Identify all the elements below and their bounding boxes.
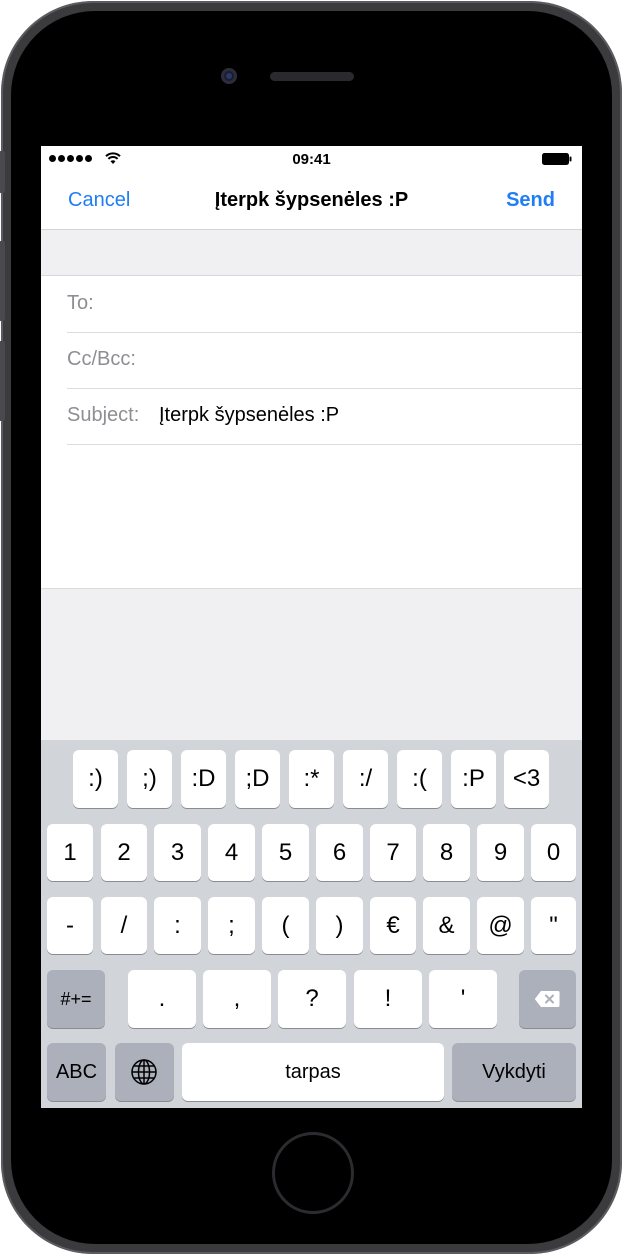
status-time: 09:41 xyxy=(292,151,331,168)
key-symbol[interactable]: : xyxy=(154,897,201,954)
send-button[interactable]: Send xyxy=(506,189,555,212)
page-title: Įterpk šypsenėles :P xyxy=(214,189,409,211)
key-number[interactable]: 4 xyxy=(208,824,255,881)
key-number[interactable]: 8 xyxy=(423,824,470,881)
compose-form: To: Cc/Bcc: Subject: Įterpk šypsenėles :… xyxy=(41,275,582,589)
key-number[interactable]: 9 xyxy=(477,824,524,881)
more-symbols-key[interactable]: #+= xyxy=(47,970,105,1028)
home-button[interactable] xyxy=(272,1132,354,1214)
key-emoji[interactable]: ;D xyxy=(235,750,280,808)
key-punctuation[interactable]: ? xyxy=(278,970,346,1028)
key-symbol[interactable]: @ xyxy=(477,897,524,954)
return-key[interactable]: Vykdyti xyxy=(452,1043,576,1101)
key-emoji[interactable]: ;) xyxy=(127,750,172,808)
navigation-bar: Cancel Įterpk šypsenėles :P Send xyxy=(41,173,582,230)
key-symbol[interactable]: " xyxy=(531,897,576,954)
cc-bcc-label: Cc/Bcc: xyxy=(67,348,136,370)
key-number[interactable]: 7 xyxy=(370,824,416,881)
key-emoji[interactable]: <3 xyxy=(504,750,549,808)
subject-label: Subject: xyxy=(67,404,140,426)
key-number[interactable]: 2 xyxy=(101,824,147,881)
front-camera xyxy=(221,68,237,84)
key-emoji[interactable]: :/ xyxy=(343,750,388,808)
key-number[interactable]: 0 xyxy=(531,824,576,881)
key-punctuation[interactable]: . xyxy=(128,970,196,1028)
key-punctuation[interactable]: ! xyxy=(354,970,422,1028)
key-symbol[interactable]: & xyxy=(423,897,470,954)
cc-bcc-field[interactable]: Cc/Bcc: xyxy=(67,332,582,389)
key-emoji[interactable]: :D xyxy=(181,750,226,808)
volume-up-button xyxy=(0,241,5,321)
globe-icon xyxy=(131,1059,157,1085)
key-punctuation[interactable]: ' xyxy=(429,970,497,1028)
subject-field[interactable]: Subject: Įterpk šypsenėles :P xyxy=(67,388,582,445)
key-number[interactable]: 1 xyxy=(47,824,93,881)
key-emoji[interactable]: :P xyxy=(451,750,496,808)
key-symbol[interactable]: ; xyxy=(208,897,255,954)
mute-switch xyxy=(0,151,5,193)
key-punctuation[interactable]: , xyxy=(203,970,271,1028)
key-symbol[interactable]: € xyxy=(370,897,416,954)
globe-key[interactable] xyxy=(115,1043,174,1101)
key-emoji[interactable]: :( xyxy=(397,750,442,808)
abc-key[interactable]: ABC xyxy=(47,1043,106,1101)
status-bar: 09:41 xyxy=(41,146,582,173)
space-key[interactable]: tarpas xyxy=(182,1043,444,1101)
to-label: To: xyxy=(67,292,94,314)
volume-down-button xyxy=(0,341,5,421)
key-emoji[interactable]: :* xyxy=(289,750,334,808)
earpiece-speaker xyxy=(270,72,354,81)
key-number[interactable]: 6 xyxy=(316,824,363,881)
divider xyxy=(41,588,582,589)
key-number[interactable]: 5 xyxy=(262,824,309,881)
key-emoji[interactable]: :) xyxy=(73,750,118,808)
key-symbol[interactable]: - xyxy=(47,897,93,954)
subject-value[interactable]: Įterpk šypsenėles :P xyxy=(159,404,339,427)
key-number[interactable]: 3 xyxy=(154,824,201,881)
key-symbol[interactable]: ) xyxy=(316,897,363,954)
screen: 09:41 Cancel Įterpk šypsenėles :P Send T… xyxy=(41,146,582,1108)
key-symbol[interactable]: ( xyxy=(262,897,309,954)
to-field[interactable]: To: xyxy=(67,276,582,333)
keyboard: :) ;) :D ;D :* :/ :( :P <3 1 2 3 4 5 6 7… xyxy=(41,740,582,1108)
backspace-key[interactable] xyxy=(519,970,576,1028)
battery-icon xyxy=(542,153,572,165)
key-symbol[interactable]: / xyxy=(101,897,147,954)
backspace-icon xyxy=(534,991,560,1007)
